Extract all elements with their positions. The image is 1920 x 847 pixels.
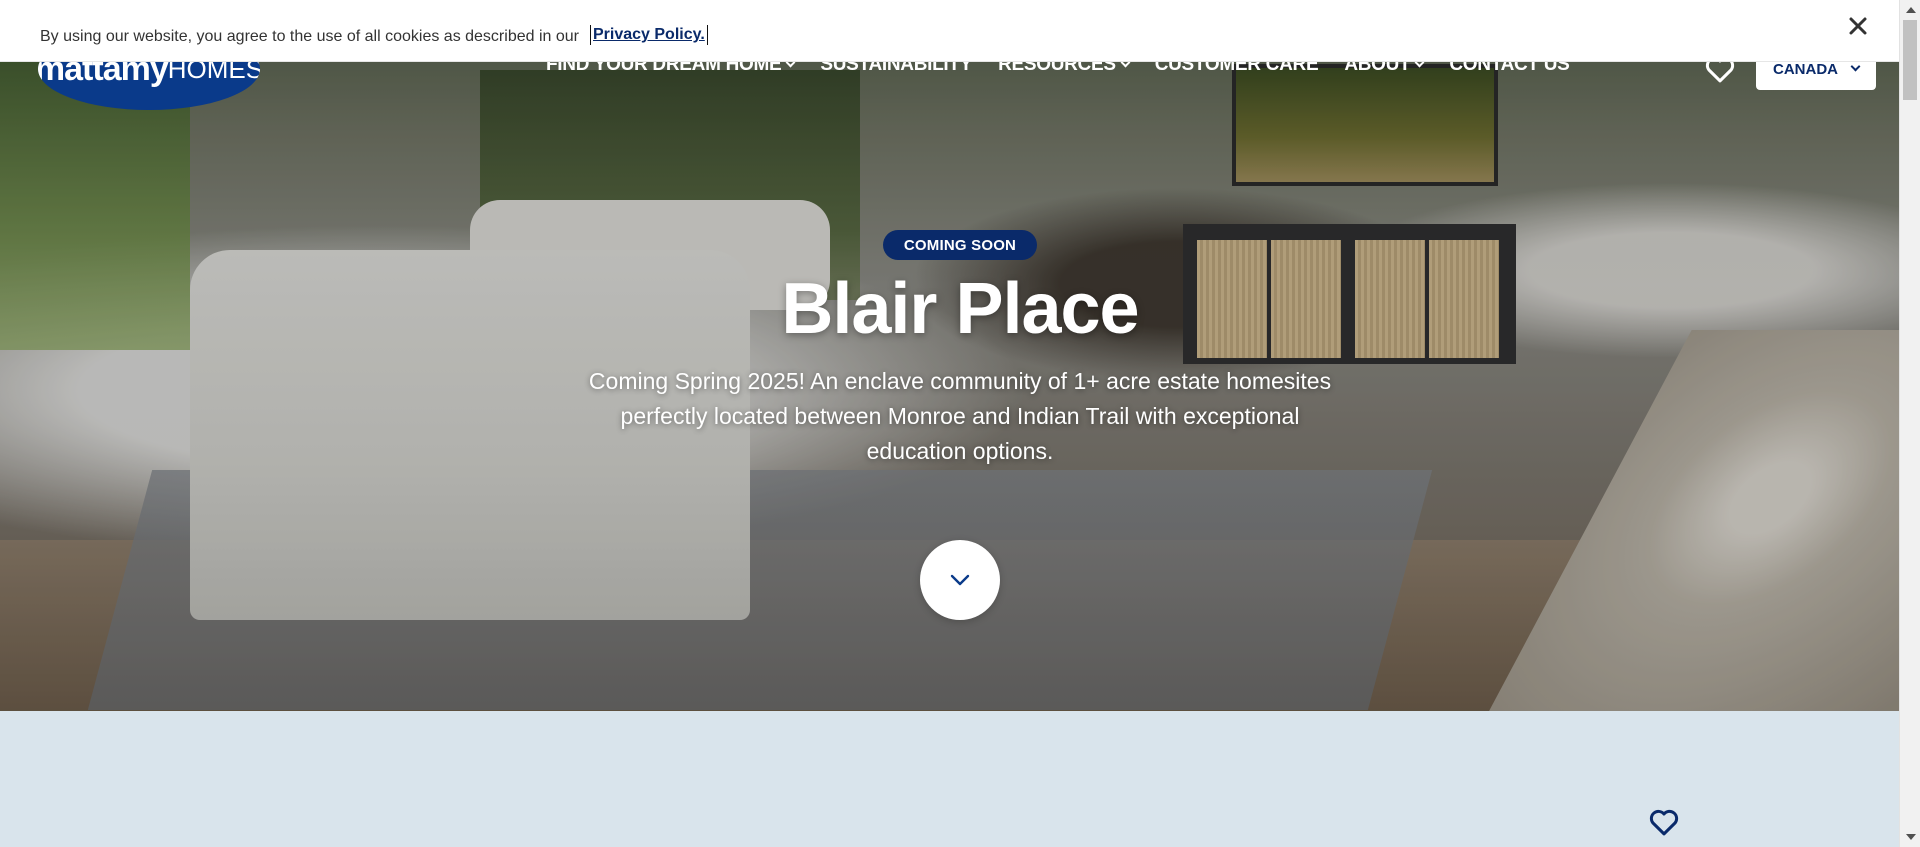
vertical-scrollbar[interactable] — [1899, 0, 1920, 847]
scroll-up-arrow-icon[interactable] — [1906, 7, 1916, 13]
scroll-down-button[interactable] — [920, 540, 1000, 620]
status-badge: COMING SOON — [883, 230, 1037, 260]
save-favorite-button[interactable] — [1649, 808, 1679, 836]
scroll-down-arrow-icon[interactable] — [1906, 834, 1916, 840]
hero-description: Coming Spring 2025! An enclave community… — [588, 368, 1332, 464]
content-section — [0, 711, 1899, 847]
cookie-close-button[interactable] — [1846, 14, 1870, 38]
close-icon — [1849, 17, 1867, 35]
heart-icon — [1649, 809, 1679, 836]
country-label: CANADA — [1773, 60, 1838, 78]
privacy-policy-link[interactable]: Privacy Policy. — [590, 25, 708, 45]
page-title: Blair Place — [781, 269, 1139, 349]
scrollbar-thumb[interactable] — [1903, 20, 1917, 100]
chevron-down-icon — [950, 574, 970, 586]
cookie-text: By using our website, you agree to the u… — [40, 28, 579, 45]
cookie-banner: By using our website, you agree to the u… — [0, 0, 1899, 62]
page: mattamy HOMES FIND YOUR DREAM HOME SUSTAI… — [0, 0, 1920, 847]
chevron-down-icon — [1850, 61, 1861, 72]
